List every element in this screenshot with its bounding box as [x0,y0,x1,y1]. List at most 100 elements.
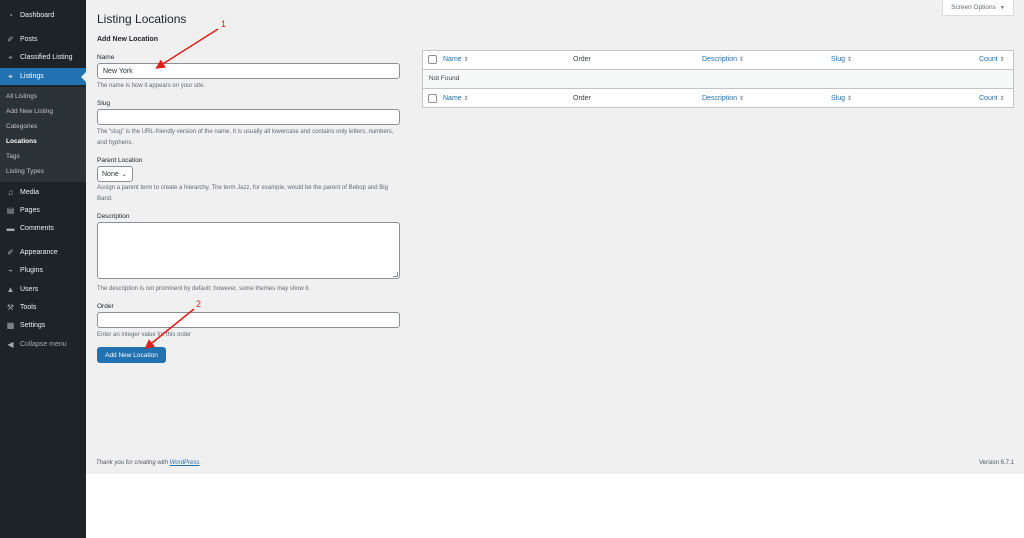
empty-message: Not Found [429,75,460,82]
location-pin-icon: ⌖ [8,52,13,62]
sidebar-item-pages[interactable]: ▤ Pages [0,202,86,219]
sidebar-item-media[interactable]: ♫ Media [0,184,86,201]
column-name-footer[interactable]: Name ⇕ [443,95,469,102]
submenu-all-listings[interactable]: All Listings [6,93,37,100]
sidebar-item-appearance[interactable]: ✐ Appearance [0,244,86,261]
submenu-locations[interactable]: Locations [6,138,37,145]
column-order-header: Order [573,56,591,63]
column-description-header[interactable]: Description ⇕ [702,56,744,63]
sidebar-item-tools[interactable]: ⚒ Tools [0,299,86,316]
order-label: Order [97,303,114,310]
comment-icon: ▬ [6,223,15,233]
resize-handle-icon[interactable] [393,272,398,277]
select-all-checkbox-footer[interactable] [428,94,437,103]
parent-location-select[interactable]: None ⌄ [97,166,133,182]
sidebar-item-label: Plugins [20,267,43,274]
submenu-tags[interactable]: Tags [6,153,20,160]
name-input[interactable]: New York [97,63,400,79]
sort-icon: ⇕ [999,96,1005,102]
sort-icon: ⇕ [463,96,469,102]
add-new-location-label: Add New Location [105,351,158,359]
collapse-menu-label: Collapse menu [20,341,67,348]
sidebar-item-dashboard[interactable]: ◔ Dashboard [0,7,86,24]
sort-icon: ⇕ [999,57,1005,63]
sidebar-item-plugins[interactable]: ⌁ Plugins [0,262,86,279]
column-slug-label: Slug [831,95,846,102]
parent-location-value: None [102,170,119,178]
sort-icon: ⇕ [847,57,853,63]
sort-icon: ⇕ [739,96,745,102]
wordpress-link[interactable]: WordPress [170,460,200,466]
pin-icon: ✐ [7,34,14,44]
column-slug-footer[interactable]: Slug ⇕ [831,95,852,102]
sidebar-item-posts[interactable]: ✐ Posts [0,31,86,48]
sort-icon: ⇕ [739,57,745,63]
admin-sidebar: ◔ Dashboard ✐ Posts ⌖ Classified Listing… [0,0,86,538]
location-pin-icon: ⌖ [8,71,13,81]
user-icon: ▲ [6,284,15,294]
column-name-header[interactable]: Name ⇕ [443,56,469,63]
footer-thanks: Thank you for creating with WordPress. [96,460,201,466]
wrench-icon: ⚒ [6,302,15,312]
sidebar-item-listings[interactable]: ⌖ Listings [0,68,86,85]
chevron-down-icon: ⌄ [121,171,127,178]
plugin-icon: ⌁ [8,265,13,275]
sidebar-item-label: Tools [20,304,37,311]
sidebar-item-comments[interactable]: ▬ Comments [0,220,86,237]
main-content: Screen Options ▼ Listing Locations Add N… [86,0,1024,474]
chevron-down-icon: ▼ [999,4,1005,11]
slug-label: Slug [97,100,111,107]
submenu-categories[interactable]: Categories [6,123,37,130]
screen-options-label: Screen Options [951,4,996,11]
sidebar-item-label: Appearance [20,249,58,256]
pages-icon: ▤ [6,205,15,215]
footer-version: Version 6.7.1 [978,460,1014,466]
column-count-label: Count [979,95,998,102]
column-count-footer[interactable]: Count ⇕ [979,95,1005,102]
select-all-checkbox[interactable] [428,55,437,64]
sidebar-item-settings[interactable]: ▦ Settings [0,317,86,334]
column-name-label: Name [443,56,462,63]
listings-submenu: All Listings Add New Listing Categories … [0,87,86,182]
name-help: The name is how it appears on your site. [97,83,206,89]
sidebar-item-users[interactable]: ▲ Users [0,281,86,298]
submenu-add-new-listing[interactable]: Add New Listing [6,108,53,115]
footer-thanks-suffix: . [199,460,202,466]
parent-location-label: Parent Location [97,157,143,164]
description-textarea[interactable] [97,222,400,279]
column-count-header[interactable]: Count ⇕ [979,56,1005,63]
page-title: Listing Locations [97,12,187,26]
sidebar-item-label: Users [20,286,39,293]
locations-table: Name ⇕ Order Description ⇕ Slug ⇕ Count ⇕ No… [422,50,1014,108]
submenu-listing-types[interactable]: Listing Types [6,168,44,175]
description-label: Description [97,213,130,220]
column-slug-label: Slug [831,56,846,63]
sidebar-bottom [0,474,86,538]
table-header-row: Name ⇕ Order Description ⇕ Slug ⇕ Count ⇕ [423,51,1013,70]
sidebar-item-label: Dashboard [20,12,55,19]
column-description-label: Description [702,95,738,102]
collapse-menu-button[interactable]: ◀ Collapse menu [0,336,86,353]
settings-icon: ▦ [6,320,15,330]
parent-location-help: Assign a parent term to create a hierarc… [97,185,388,202]
column-slug-header[interactable]: Slug ⇕ [831,56,852,63]
screen-options-button[interactable]: Screen Options ▼ [942,0,1014,16]
column-count-label: Count [979,56,998,63]
column-description-footer[interactable]: Description ⇕ [702,95,744,102]
brush-icon: ✐ [7,247,14,257]
form-heading: Add New Location [97,36,159,43]
slug-input[interactable] [97,109,400,125]
sidebar-item-classified-listing[interactable]: ⌖ Classified Listing [0,49,86,66]
name-label: Name [97,54,115,61]
order-input[interactable] [97,312,400,328]
media-icon: ♫ [7,187,14,197]
sidebar-item-label: Classified Listing [20,54,73,61]
add-new-location-button[interactable]: Add New Location [97,347,166,363]
table-empty-row: Not Found [423,70,1013,89]
column-order-footer: Order [573,95,591,102]
slug-help: The “slug” is the URL-friendly version o… [97,129,394,146]
sort-icon: ⇕ [847,96,853,102]
sidebar-item-label: Comments [20,225,54,232]
sidebar-item-label: Pages [20,207,40,214]
sort-icon: ⇕ [463,57,469,63]
